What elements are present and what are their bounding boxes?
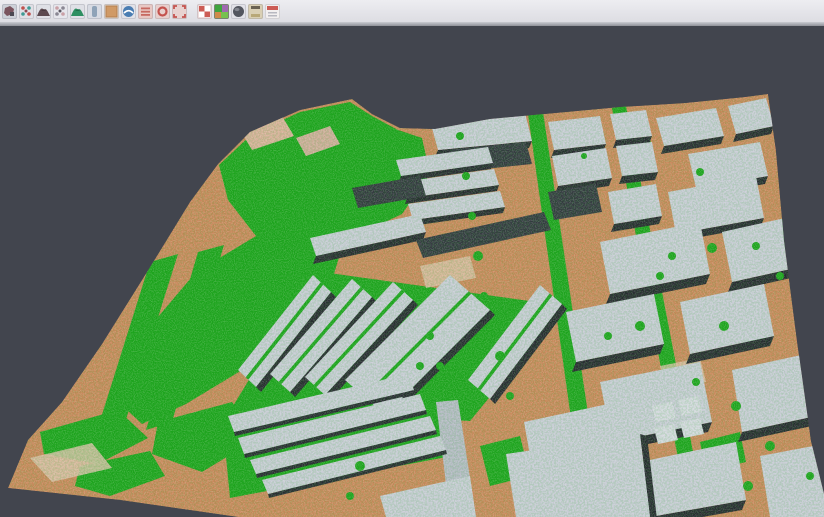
clip-box-icon[interactable] xyxy=(197,4,212,19)
mountain-icon[interactable] xyxy=(36,4,51,19)
classification-icon[interactable] xyxy=(214,4,229,19)
globe-icon[interactable] xyxy=(121,4,136,19)
marker-icon[interactable] xyxy=(2,4,17,19)
point-cloud-render xyxy=(0,26,824,517)
point-cloud-scene xyxy=(0,26,824,517)
toolbar xyxy=(0,0,824,22)
measure-icon[interactable] xyxy=(248,4,263,19)
flag-icon[interactable] xyxy=(265,4,280,19)
terrain-icon[interactable] xyxy=(70,4,85,19)
multipoint-icon[interactable] xyxy=(19,4,34,19)
ortho-image-icon[interactable] xyxy=(104,4,119,19)
column-icon[interactable] xyxy=(87,4,102,19)
selection-icon[interactable] xyxy=(172,4,187,19)
sphere-icon[interactable] xyxy=(231,4,246,19)
sparse-points-icon[interactable] xyxy=(53,4,68,19)
app-window xyxy=(0,0,824,517)
layers-icon[interactable] xyxy=(138,4,153,19)
target-icon[interactable] xyxy=(155,4,170,19)
3d-viewport[interactable] xyxy=(0,26,824,517)
